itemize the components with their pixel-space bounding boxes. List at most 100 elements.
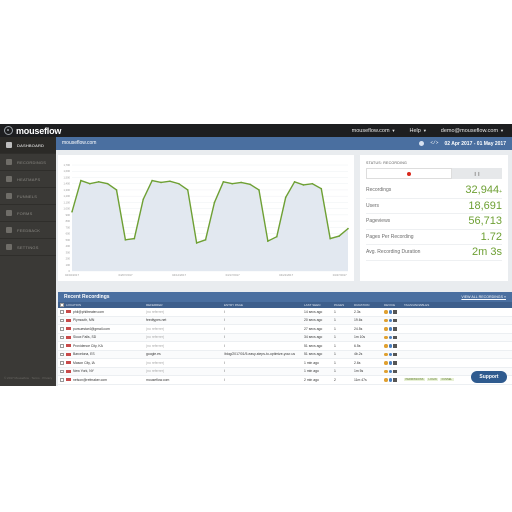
table-row[interactable]: Barcelona, ES google.es/blog/2017/01/5-ea… bbox=[58, 350, 512, 359]
col-pages[interactable]: PAGES bbox=[334, 303, 354, 307]
tag-badge: PERMISSIONS bbox=[404, 378, 426, 382]
stat-label: Pageviews bbox=[366, 218, 391, 225]
pause-button[interactable]: ❚❚ bbox=[452, 168, 502, 179]
row-checkbox[interactable] bbox=[58, 310, 66, 314]
data-point bbox=[213, 201, 216, 204]
table-row[interactable]: Plymouth, MN feedtypes.net / 20 secs ago 1 19… bbox=[58, 316, 512, 325]
data-point bbox=[204, 239, 207, 241]
desktop-icon bbox=[393, 327, 397, 331]
row-pages: 1 bbox=[334, 352, 336, 357]
select-all-checkbox[interactable] bbox=[58, 303, 66, 307]
row-last-seen: 27 secs ago bbox=[304, 326, 323, 331]
sidebar-item-heatmaps[interactable]: HEATMAPS bbox=[0, 171, 56, 188]
row-checkbox[interactable] bbox=[58, 327, 66, 331]
desktop-icon bbox=[393, 361, 397, 365]
tracking-code-button[interactable]: </> bbox=[430, 141, 438, 146]
x-tick-label: 04/17/2017 bbox=[226, 273, 240, 277]
sidebar-item-label: HEATMAPS bbox=[17, 176, 41, 182]
table-row[interactable]: nelson@refmaker.com mouseflow.com / 2 min a… bbox=[58, 376, 512, 385]
sidebar-item-dashboard[interactable]: DASHBOARD bbox=[0, 137, 56, 154]
tag-badge: FUNNEL bbox=[440, 378, 454, 382]
stat-pages-per-recording[interactable]: Pages Per Recording 1.72 bbox=[366, 230, 502, 245]
settings-icon bbox=[6, 244, 12, 250]
data-point bbox=[133, 237, 136, 240]
os-icon bbox=[388, 344, 392, 348]
row-checkbox[interactable] bbox=[58, 352, 66, 356]
row-duration: 24.5s bbox=[354, 326, 363, 331]
row-entry-page: / bbox=[224, 309, 225, 314]
table-row[interactable]: New York, NY (no referrer) / 1 min ago 1 1m 5… bbox=[58, 367, 512, 376]
table-row[interactable]: Sioux Falls, SD (no referrer) / 34 secs ago… bbox=[58, 333, 512, 342]
desktop-icon bbox=[393, 352, 397, 356]
row-checkbox[interactable] bbox=[58, 318, 66, 322]
row-last-seen: 2 min ago bbox=[304, 377, 319, 382]
sidebar-item-funnels[interactable]: FUNNELS bbox=[0, 188, 56, 205]
data-point bbox=[80, 179, 82, 182]
row-referrer: (no referrer) bbox=[146, 360, 165, 365]
help-menu[interactable]: Help ▼ bbox=[410, 128, 427, 134]
row-location: phil@philtreater.com bbox=[66, 310, 146, 314]
col-entry-page[interactable]: ENTRY PAGE bbox=[224, 303, 304, 307]
sidebar-item-settings[interactable]: SETTINGS bbox=[0, 239, 56, 256]
data-point bbox=[142, 198, 145, 201]
os-icon bbox=[388, 361, 392, 365]
stat-users[interactable]: Users 18,691 bbox=[366, 199, 502, 214]
desktop-icon bbox=[393, 310, 397, 314]
y-tick-label: 300 bbox=[66, 250, 71, 254]
dashboard-icon bbox=[6, 142, 12, 148]
flag-icon bbox=[66, 352, 71, 356]
row-location: Providence City, KA bbox=[66, 344, 146, 348]
flag-icon bbox=[66, 378, 71, 382]
recent-recordings-header: Recent Recordings VIEW ALL RECORDINGS » bbox=[58, 292, 512, 302]
recording-toggle[interactable]: ❚❚ bbox=[366, 168, 502, 179]
support-button[interactable]: Support bbox=[471, 371, 507, 383]
y-tick-label: 700 bbox=[66, 225, 71, 229]
table-row[interactable]: pursuestar4@gmail.com (no referrer) / 27 se… bbox=[58, 325, 512, 334]
row-checkbox[interactable] bbox=[58, 344, 66, 348]
user-menu[interactable]: demo@mouseflow.com ▼ bbox=[441, 128, 504, 134]
sidebar-item-recordings[interactable]: RECORDINGS bbox=[0, 154, 56, 171]
row-entry-page: / bbox=[224, 335, 225, 340]
sidebar-item-feedback[interactable]: FEEDBACK bbox=[0, 222, 56, 239]
site-menu[interactable]: mouseflow.com ▼ bbox=[352, 128, 396, 134]
sidebar-item-forms[interactable]: FORMS bbox=[0, 205, 56, 222]
y-tick-label: 1,600 bbox=[64, 169, 71, 173]
stat-avg-duration[interactable]: Avg. Recording Duration 2m 3s bbox=[366, 245, 502, 261]
os-icon bbox=[388, 352, 392, 356]
row-referrer: mouseflow.com bbox=[146, 377, 170, 382]
row-referrer: (no referrer) bbox=[146, 326, 165, 331]
col-last-seen[interactable]: LAST SEEN bbox=[304, 303, 334, 307]
y-tick-label: 1,300 bbox=[64, 188, 71, 192]
desktop-icon bbox=[393, 318, 397, 322]
col-duration[interactable]: DURATION bbox=[354, 303, 384, 307]
table-row[interactable]: Mason City, IA (no referrer) / 1 min ago 1 2.… bbox=[58, 359, 512, 368]
row-pages: 1 bbox=[334, 369, 336, 374]
gear-icon[interactable] bbox=[419, 141, 425, 146]
row-checkbox[interactable] bbox=[58, 378, 66, 382]
row-last-seen: 1 min ago bbox=[304, 369, 319, 374]
view-all-recordings-link[interactable]: VIEW ALL RECORDINGS » bbox=[461, 295, 506, 299]
y-tick-label: 500 bbox=[66, 238, 71, 242]
date-range-picker[interactable]: 02 Apr 2017 - 01 May 2017 bbox=[444, 141, 506, 147]
col-location[interactable]: LOCATION bbox=[66, 303, 146, 307]
top-bar: mouseflow mouseflow.com ▼ Help ▼ demo@mo… bbox=[0, 124, 512, 137]
flag-icon bbox=[66, 369, 71, 373]
record-icon bbox=[407, 171, 411, 176]
record-button[interactable] bbox=[366, 168, 452, 179]
stat-pageviews[interactable]: Pageviews 56,713 bbox=[366, 214, 502, 230]
row-checkbox[interactable] bbox=[58, 369, 66, 373]
table-row[interactable]: Providence City, KA (no referrer) / 51 secs… bbox=[58, 342, 512, 351]
data-point bbox=[347, 227, 349, 230]
logo[interactable]: mouseflow bbox=[4, 125, 61, 136]
flag-icon bbox=[66, 327, 71, 331]
row-location: Sioux Falls, SD bbox=[66, 335, 146, 339]
table-row[interactable]: phil@philtreater.com (no referrer) / 14 sec… bbox=[58, 308, 512, 317]
row-checkbox[interactable] bbox=[58, 335, 66, 339]
stat-recordings[interactable]: Recordings 32,944+ bbox=[366, 183, 502, 199]
row-referrer: (no referrer) bbox=[146, 309, 165, 314]
row-checkbox[interactable] bbox=[58, 361, 66, 365]
col-referrer[interactable]: REFERRER bbox=[146, 303, 224, 307]
chevron-down-icon: ▼ bbox=[422, 128, 427, 133]
browser-icon bbox=[384, 361, 388, 365]
app-window: mouseflow mouseflow.com ▼ Help ▼ demo@mo… bbox=[0, 124, 512, 386]
